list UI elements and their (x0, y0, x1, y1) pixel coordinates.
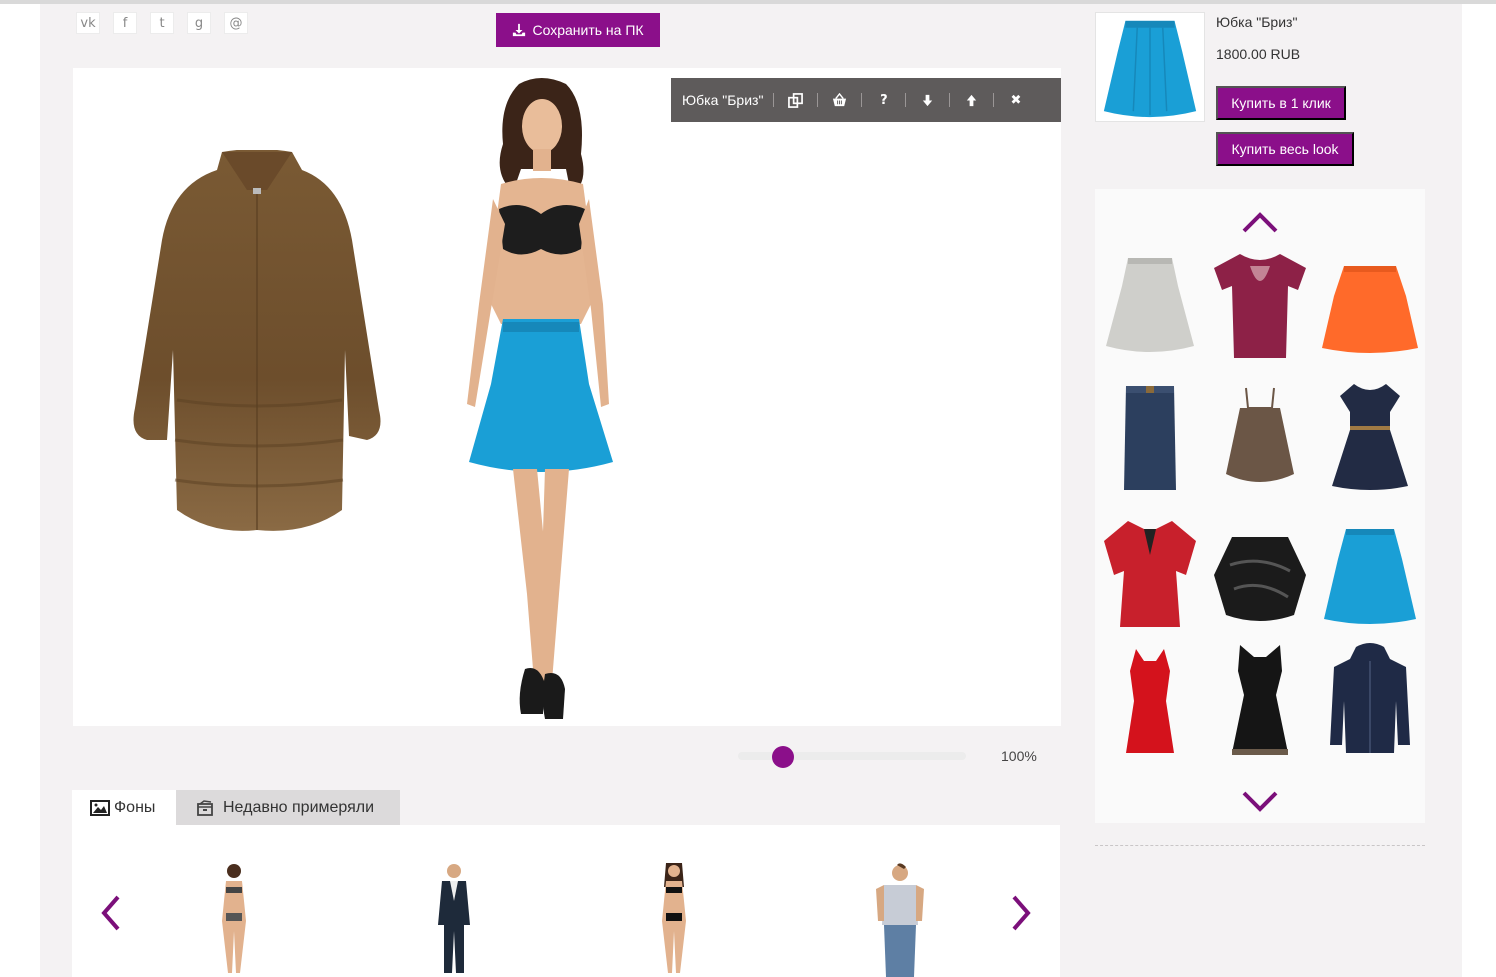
copy-icon (788, 92, 804, 108)
save-to-pc-button[interactable]: Сохранить на ПК (496, 13, 660, 47)
catalog-item-brown-camisole[interactable] (1210, 378, 1310, 498)
lace-top-image (1214, 254, 1306, 358)
catalog-item-lace-top[interactable] (1210, 246, 1310, 366)
move-down-icon (923, 94, 933, 106)
catalog-item-orange-skirt[interactable] (1320, 246, 1420, 366)
brown-camisole-image (1226, 387, 1294, 482)
navy-jacket-image (1330, 643, 1410, 753)
carousel-prev-icon[interactable] (96, 893, 126, 933)
selected-product-thumbnail[interactable] (1095, 12, 1205, 122)
wardrobe-icon (197, 799, 213, 816)
save-to-pc-label: Сохранить на ПК (532, 22, 644, 38)
model-figure[interactable] (441, 74, 641, 724)
catalog-item-black-lace-dress[interactable] (1210, 641, 1310, 761)
model-thumbnail[interactable] (424, 861, 484, 977)
navy-dress-image (1332, 384, 1408, 490)
fitting-canvas[interactable]: Юбка "Бриз" ? ✖ (73, 68, 1061, 726)
chevron-down-icon[interactable] (1240, 789, 1280, 813)
catalog-item-navy-dress[interactable] (1320, 378, 1420, 498)
tab-backgrounds-label: Фоны (114, 798, 156, 816)
product-price: 1800.00 RUB (1216, 46, 1301, 62)
move-down-button[interactable] (906, 78, 949, 122)
catalog-item-grey-skirt[interactable] (1100, 246, 1200, 366)
black-satin-skirt-image (1214, 537, 1306, 621)
tab-recently-tried-label: Недавно примеряли (223, 798, 375, 816)
catalog-item-red-dress[interactable] (1100, 641, 1200, 761)
facebook-share-button[interactable]: f (113, 12, 137, 34)
twitter-share-button[interactable]: t (150, 12, 174, 34)
selected-item-name: Юбка "Бриз" (682, 92, 764, 108)
move-up-icon (967, 94, 977, 106)
remove-item-button[interactable]: ✖ (994, 78, 1037, 122)
vk-share-button[interactable]: vk (76, 12, 100, 34)
model-thumbnail[interactable] (204, 861, 264, 977)
model-thumbnail[interactable] (644, 861, 704, 977)
email-share-button[interactable]: @ (224, 12, 248, 34)
catalog-item-red-blouse[interactable] (1100, 515, 1200, 635)
chevron-up-icon[interactable] (1240, 211, 1280, 235)
red-blouse-image (1104, 521, 1196, 627)
product-name: Юбка "Бриз" (1216, 14, 1298, 30)
catalog-item-navy-jacket[interactable] (1320, 641, 1420, 761)
catalog-item-blue-skirt[interactable] (1320, 515, 1420, 635)
item-toolbar: Юбка "Бриз" ? ✖ (671, 78, 1061, 122)
divider (1095, 845, 1425, 846)
basket-icon (833, 92, 847, 106)
grey-skirt-image (1106, 258, 1194, 352)
buy-whole-look-button[interactable]: Купить весь look (1216, 132, 1354, 166)
download-icon (513, 23, 526, 37)
denim-skirt-image (1124, 386, 1176, 490)
zoom-value: 100% (1001, 748, 1037, 764)
copy-button[interactable] (774, 78, 817, 122)
fur-coat-image[interactable] (127, 150, 387, 535)
tab-backgrounds[interactable]: Фоны (72, 790, 176, 825)
carousel-next-icon[interactable] (1006, 893, 1036, 933)
tab-recently-tried[interactable]: Недавно примеряли (176, 790, 400, 825)
clothing-catalog (1095, 189, 1425, 823)
red-dress-image (1126, 649, 1174, 753)
social-share-bar: vk f t g @ (76, 12, 248, 34)
picture-icon (90, 799, 110, 816)
blue-skirt-image (1324, 529, 1416, 624)
black-lace-dress-image (1232, 645, 1288, 755)
model-thumbnail[interactable] (870, 861, 930, 977)
move-up-button[interactable] (950, 78, 993, 122)
backgrounds-carousel (72, 825, 1060, 977)
google-share-button[interactable]: g (187, 12, 211, 34)
help-button[interactable]: ? (862, 78, 905, 122)
orange-skirt-image (1322, 266, 1418, 353)
add-to-basket-button[interactable] (818, 78, 861, 122)
zoom-slider-handle[interactable] (772, 746, 794, 768)
catalog-item-black-satin-skirt[interactable] (1210, 515, 1310, 635)
buy-one-click-button[interactable]: Купить в 1 клик (1216, 86, 1346, 120)
catalog-item-denim-skirt[interactable] (1100, 378, 1200, 498)
